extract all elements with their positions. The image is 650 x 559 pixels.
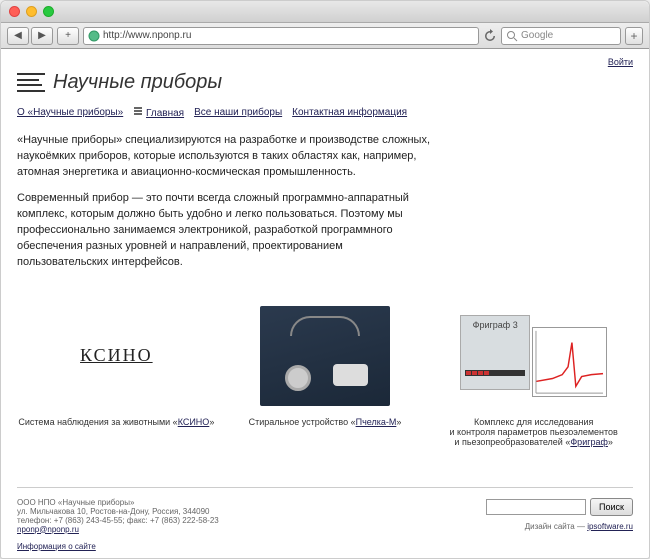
url-text: http://www.nponp.ru	[103, 30, 191, 41]
design-credit: Дизайн сайта — ipsoftware.ru	[486, 522, 633, 531]
main-nav: О «Научные приборы» Главная Все наши при…	[17, 106, 633, 119]
pchelka-image	[226, 301, 425, 411]
add-tab-button[interactable]: +	[57, 27, 79, 45]
site-search: Поиск	[486, 498, 633, 516]
intro-p1: «Научные приборы» специализируются на ра…	[17, 133, 437, 181]
products-row: КСИНО Система наблюдения за животными «К…	[17, 301, 633, 447]
stack-icon	[133, 106, 143, 116]
logo-icon	[17, 72, 45, 94]
frigraf-image: Фриграф 3	[434, 301, 633, 411]
search-placeholder: Google	[521, 30, 553, 41]
search-input[interactable]	[486, 499, 586, 515]
browser-window: ◀ ▶ + http://www.nponp.ru Google + Войти…	[0, 0, 650, 559]
titlebar	[1, 1, 649, 23]
nav-about[interactable]: О «Научные приборы»	[17, 107, 123, 118]
ksino-logo: КСИНО	[80, 345, 153, 366]
login-area: Войти	[17, 57, 633, 67]
footer: ООО НПО «Научные приборы» ул. Мильчакова…	[17, 487, 633, 551]
globe-icon	[88, 30, 100, 42]
intro-p2: Современный прибор — это почти всегда сл…	[17, 191, 437, 271]
login-link[interactable]: Войти	[608, 57, 633, 67]
url-bar[interactable]: http://www.nponp.ru	[83, 27, 479, 45]
minimize-icon[interactable]	[26, 6, 37, 17]
pchelka-caption: Стиральное устройство «Пчелка-М»	[226, 417, 425, 427]
product-pchelka: Стиральное устройство «Пчелка-М»	[226, 301, 425, 447]
zoom-icon[interactable]	[43, 6, 54, 17]
main-content: «Научные приборы» специализируются на ра…	[17, 133, 437, 271]
design-link[interactable]: ipsoftware.ru	[587, 522, 633, 531]
product-ksino: КСИНО Система наблюдения за животными «К…	[17, 301, 216, 447]
footer-email[interactable]: nponp@nponp.ru	[17, 525, 79, 534]
pchelka-link[interactable]: Пчелка-М	[356, 417, 397, 427]
nav-home-wrap: Главная	[133, 106, 184, 119]
device-photo	[260, 306, 390, 406]
browser-search[interactable]: Google	[501, 27, 621, 45]
search-button[interactable]: Поиск	[590, 498, 633, 516]
back-button[interactable]: ◀	[7, 27, 29, 45]
frigraf-box: Фриграф 3	[460, 315, 530, 390]
product-frigraf: Фриграф 3 Комплекс для исследования и ко…	[434, 301, 633, 447]
footer-company: ООО НПО «Научные приборы»	[17, 498, 219, 507]
footer-contact: ООО НПО «Научные приборы» ул. Мильчакова…	[17, 498, 219, 551]
ksino-image: КСИНО	[17, 301, 216, 411]
site-header: Научные приборы	[17, 71, 633, 94]
browser-toolbar: ◀ ▶ + http://www.nponp.ru Google +	[1, 23, 649, 49]
page-content: Войти Научные приборы О «Научные приборы…	[1, 49, 649, 559]
site-info-link[interactable]: Информация о сайте	[17, 542, 96, 551]
footer-phone: телефон: +7 (863) 243-45-55; факс: +7 (8…	[17, 516, 219, 525]
nav-contact[interactable]: Контактная информация	[292, 107, 407, 118]
nav-devices[interactable]: Все наши приборы	[194, 107, 282, 118]
forward-button[interactable]: ▶	[31, 27, 53, 45]
frigraf-link[interactable]: Фриграф	[570, 437, 608, 447]
menu-button[interactable]: +	[625, 27, 643, 45]
ksino-caption: Система наблюдения за животными «КСИНО»	[17, 417, 216, 427]
close-icon[interactable]	[9, 6, 20, 17]
frigraf-chart	[532, 327, 607, 397]
ksino-link[interactable]: КСИНО	[178, 417, 210, 427]
reload-icon[interactable]	[483, 29, 497, 43]
site-title: Научные приборы	[53, 71, 222, 94]
search-icon	[506, 30, 518, 42]
frigraf-caption: Комплекс для исследования и контроля пар…	[434, 417, 633, 447]
footer-right: Поиск Дизайн сайта — ipsoftware.ru	[486, 498, 633, 531]
traffic-lights	[9, 6, 54, 17]
nav-home[interactable]: Главная	[146, 108, 184, 119]
footer-address: ул. Мильчакова 10, Ростов-на-Дону, Росси…	[17, 507, 219, 516]
